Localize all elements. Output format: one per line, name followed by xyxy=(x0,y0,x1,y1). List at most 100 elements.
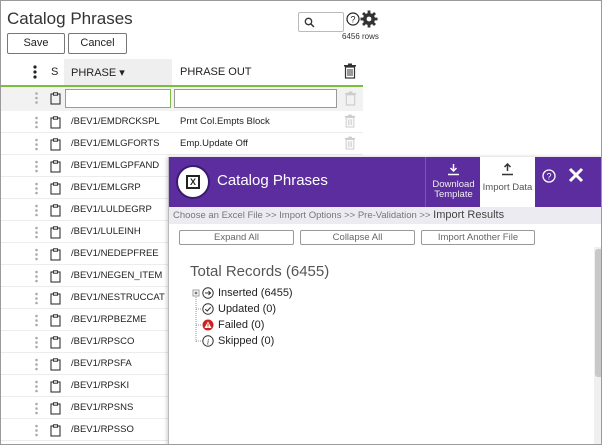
download-icon xyxy=(448,164,459,176)
help-icon[interactable]: ? xyxy=(346,12,360,26)
settings-gear-icon[interactable] xyxy=(360,10,378,28)
delete-icon[interactable] xyxy=(343,63,357,79)
tree-item-label: Failed (0) xyxy=(218,319,265,331)
row-menu-icon[interactable] xyxy=(34,226,39,239)
close-icon[interactable] xyxy=(568,167,584,183)
phrase-cell[interactable]: /BEV1/NEGEN_ITEM xyxy=(71,270,162,281)
clipboard-icon[interactable] xyxy=(50,380,61,393)
column-header-phrase-out[interactable]: PHRASE OUT xyxy=(180,66,252,78)
search-input[interactable] xyxy=(298,12,344,32)
row-menu-icon[interactable] xyxy=(34,182,39,195)
check-circle-icon xyxy=(202,303,214,315)
phrase-cell[interactable]: /BEV1/NESTRUCCAT xyxy=(71,292,165,303)
modal-header: X Catalog Phrases Download Template Impo… xyxy=(169,157,601,207)
clipboard-icon[interactable] xyxy=(50,314,61,327)
phrase-cell[interactable]: /BEV1/EMLGRP xyxy=(71,182,141,193)
row-menu-icon[interactable] xyxy=(34,204,39,217)
phrase-cell[interactable]: /BEV1/RPSCO xyxy=(71,336,134,347)
clipboard-icon[interactable] xyxy=(50,138,61,151)
clipboard-icon[interactable] xyxy=(50,204,61,217)
download-label-line2: Template xyxy=(434,189,473,200)
tree-item-label: Skipped (0) xyxy=(218,335,275,347)
phrase-cell[interactable]: /BEV1/RPSKI xyxy=(71,380,129,391)
phrase-out-cell[interactable]: Emp.Update Off xyxy=(180,138,248,149)
grid-header: S PHRASE ▾ PHRASE OUT xyxy=(1,59,363,87)
row-menu-icon[interactable] xyxy=(34,138,39,151)
modal-title: Catalog Phrases xyxy=(217,172,328,189)
phrase-cell[interactable]: /BEV1/LULEINH xyxy=(71,226,141,237)
phrase-cell[interactable]: /BEV1/EMDRCKSPL xyxy=(71,116,160,127)
upload-icon xyxy=(502,163,513,176)
phrase-filter-input[interactable] xyxy=(65,89,171,108)
row-count: 6456 rows xyxy=(342,32,379,41)
phrase-cell[interactable]: /BEV1/EMLGFORTS xyxy=(71,138,160,149)
phrase-cell[interactable]: /BEV1/RPSSO xyxy=(71,424,134,435)
clipboard-icon[interactable] xyxy=(50,116,61,129)
row-menu-icon[interactable] xyxy=(34,402,39,415)
row-menu-icon[interactable] xyxy=(34,248,39,261)
column-menu-icon[interactable] xyxy=(32,64,38,80)
info-icon: i xyxy=(202,335,214,347)
clipboard-icon[interactable] xyxy=(50,248,61,261)
import-modal: X Catalog Phrases Download Template Impo… xyxy=(168,157,601,444)
phrase-cell[interactable]: /BEV1/RPSNS xyxy=(71,402,133,413)
clipboard-icon[interactable] xyxy=(50,424,61,437)
row-menu-icon[interactable] xyxy=(34,424,39,437)
cancel-button[interactable]: Cancel xyxy=(68,33,127,54)
catalog-phrases-page: Catalog Phrases Save Cancel ? 6456 rows … xyxy=(0,0,602,445)
clipboard-icon[interactable] xyxy=(50,182,61,195)
save-button[interactable]: Save xyxy=(7,33,65,54)
clipboard-icon[interactable] xyxy=(50,226,61,239)
import-another-file-button[interactable]: Import Another File xyxy=(421,230,535,245)
row-menu-icon[interactable] xyxy=(34,91,39,105)
column-header-s[interactable]: S xyxy=(51,66,58,78)
clipboard-icon[interactable] xyxy=(50,292,61,305)
search-icon xyxy=(304,17,315,28)
delete-icon[interactable] xyxy=(344,114,356,128)
delete-icon[interactable] xyxy=(344,91,357,106)
tree-item-label: Updated (0) xyxy=(218,303,277,315)
row-menu-icon[interactable] xyxy=(34,160,39,173)
row-menu-icon[interactable] xyxy=(34,292,39,305)
row-menu-icon[interactable] xyxy=(34,270,39,283)
column-header-phrase[interactable]: PHRASE ▾ xyxy=(64,59,172,85)
clipboard-icon[interactable] xyxy=(50,336,61,349)
phrase-cell[interactable]: /BEV1/RPSFA xyxy=(71,358,132,369)
page-title: Catalog Phrases xyxy=(7,9,133,28)
tree-item-label: Inserted (6455) xyxy=(218,287,293,299)
collapse-all-button[interactable]: Collapse All xyxy=(300,230,415,245)
modal-scrollbar-thumb[interactable] xyxy=(595,249,601,377)
row-menu-icon[interactable] xyxy=(34,314,39,327)
row-menu-icon[interactable] xyxy=(34,116,39,129)
import-data-label: Import Data xyxy=(482,182,533,193)
phrase-cell[interactable]: /BEV1/NEDEPFREE xyxy=(71,248,159,259)
clipboard-icon[interactable] xyxy=(50,92,61,105)
phrase-out-cell[interactable]: Prnt Col.Empts Block xyxy=(180,116,270,127)
clipboard-icon[interactable] xyxy=(50,160,61,173)
svg-text:?: ? xyxy=(350,15,355,25)
row-menu-icon[interactable] xyxy=(34,380,39,393)
inserted-icon xyxy=(202,287,214,299)
phrase-cell[interactable]: /BEV1/LULDEGRP xyxy=(71,204,152,215)
modal-help-icon[interactable]: ? xyxy=(542,169,556,183)
phrase-cell[interactable]: /BEV1/RPBEZME xyxy=(71,314,147,325)
breadcrumb-current-step: Import Results xyxy=(433,209,505,221)
excel-logo-icon: X xyxy=(176,165,210,199)
import-data-tab[interactable]: Import Data xyxy=(480,157,535,207)
clipboard-icon[interactable] xyxy=(50,358,61,371)
download-template-button[interactable]: Download Template xyxy=(425,157,480,207)
delete-icon[interactable] xyxy=(344,136,356,150)
expand-all-button[interactable]: Expand All xyxy=(179,230,294,245)
phrase-out-filter-input[interactable] xyxy=(174,89,337,108)
phrase-cell[interactable]: /BEV1/EMLGPFAND xyxy=(71,160,159,171)
svg-text:i: i xyxy=(207,337,209,346)
filter-row xyxy=(1,87,363,111)
row-menu-icon[interactable] xyxy=(34,336,39,349)
breadcrumb-steps: Choose an Excel File >> Import Options >… xyxy=(173,210,434,221)
clipboard-icon[interactable] xyxy=(50,402,61,415)
table-row[interactable]: /BEV1/EMDRCKSPL Prnt Col.Empts Block xyxy=(1,111,363,133)
row-menu-icon[interactable] xyxy=(34,358,39,371)
import-breadcrumb: Choose an Excel File >> Import Options >… xyxy=(169,207,601,224)
clipboard-icon[interactable] xyxy=(50,270,61,283)
table-row[interactable]: /BEV1/EMLGFORTS Emp.Update Off xyxy=(1,133,363,155)
